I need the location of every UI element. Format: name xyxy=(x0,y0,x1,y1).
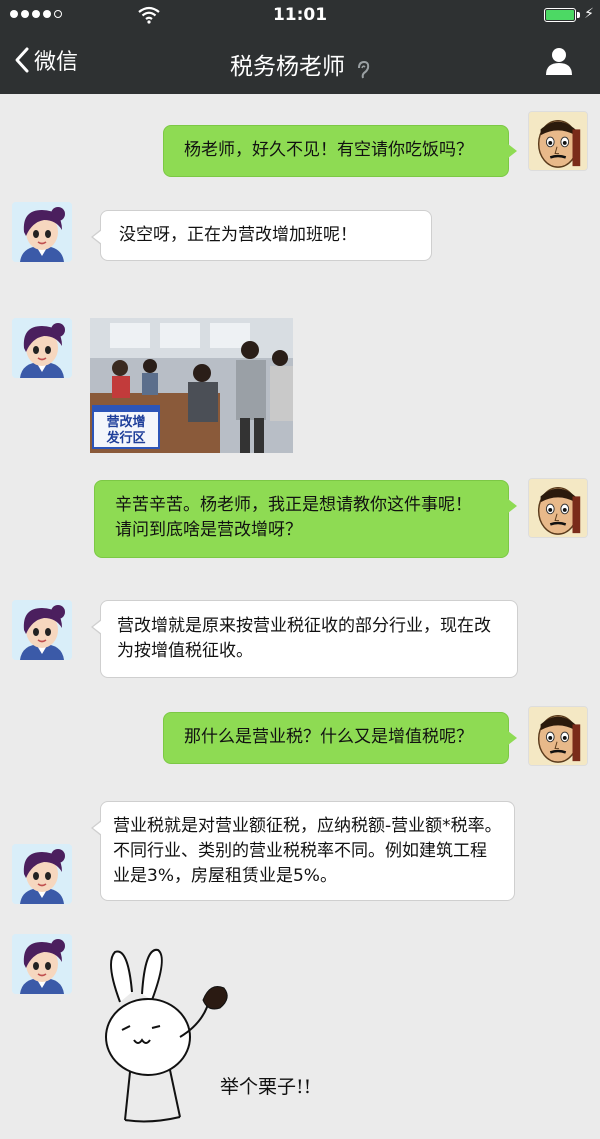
battery-icon xyxy=(544,8,576,22)
message-bubble-sent[interactable]: 杨老师，好久不见！有空请你吃饭吗？ xyxy=(163,125,517,177)
message-bubble-received[interactable]: 没空呀，正在为营改增加班呢！ xyxy=(91,210,432,261)
message-text: 那什么是营业税？什么又是增值税呢？ xyxy=(184,727,473,747)
rabbit-sticker-icon xyxy=(105,948,228,1123)
message-bubble-sent[interactable]: 辛苦辛苦。杨老师，我正是想请教你这件事呢！请问到底啥是营改增呀？ xyxy=(94,480,517,558)
image-message[interactable]: 营改增 发行区 xyxy=(90,318,293,453)
status-bar: 11:01 ⚡ xyxy=(0,0,600,30)
cartoon-woman-icon xyxy=(12,600,72,660)
sticker-caption: 举个栗子!! xyxy=(220,1076,312,1098)
cartoon-woman-icon xyxy=(12,934,72,994)
message-bubble-received[interactable]: 营业税就是对营业额征税，应纳税额-营业额*税率。不同行业、类别的营业税税率不同。… xyxy=(91,801,515,901)
sign-line-2: 发行区 xyxy=(106,431,146,446)
user-avatar[interactable] xyxy=(528,706,588,766)
message-text: 营业税就是对营业额征税，应纳税额-营业额*税率。不同行业、类别的营业税税率不同。… xyxy=(113,816,502,886)
status-time: 11:01 xyxy=(272,5,328,25)
chat-header: 微信 税务杨老师 xyxy=(0,30,600,94)
cartoon-woman-icon xyxy=(12,318,72,378)
chat-title: 税务杨老师 xyxy=(229,54,345,80)
teacher-avatar[interactable] xyxy=(12,934,72,994)
teacher-avatar[interactable] xyxy=(12,202,72,262)
sign-line-1: 营改增 xyxy=(106,415,146,430)
cartoon-woman-icon xyxy=(12,844,72,904)
message-bubble-received[interactable]: 营改增就是原来按营业税征收的部分行业，现在改为按增值税征收。 xyxy=(91,600,518,678)
message-text: 没空呀，正在为营改增加班呢！ xyxy=(119,225,357,245)
teacher-avatar[interactable] xyxy=(12,318,72,378)
cartoon-woman-icon xyxy=(12,202,72,262)
user-avatar[interactable] xyxy=(528,478,588,538)
cartoon-man-icon xyxy=(529,479,587,537)
cartoon-man-icon xyxy=(529,112,587,170)
message-text: 辛苦辛苦。杨老师，我正是想请教你这件事呢！请问到底啥是营改增呀？ xyxy=(115,495,472,540)
message-text: 营改增就是原来按营业税征收的部分行业，现在改为按增值税征收。 xyxy=(117,616,491,661)
charging-icon: ⚡ xyxy=(584,6,594,22)
profile-icon[interactable] xyxy=(544,46,574,76)
message-text: 杨老师，好久不见！有空请你吃饭吗？ xyxy=(184,140,473,160)
teacher-avatar[interactable] xyxy=(12,844,72,904)
sticker-message[interactable]: 举个栗子!! xyxy=(100,942,315,1127)
teacher-avatar[interactable] xyxy=(12,600,72,660)
user-avatar[interactable] xyxy=(528,111,588,171)
chat-area: 杨老师，好久不见！有空请你吃饭吗？ 没空呀，正在为营改增加班呢！ 营改增 发行区… xyxy=(0,94,600,1139)
message-bubble-sent[interactable]: 那什么是营业税？什么又是增值税呢？ xyxy=(163,712,517,764)
cartoon-man-icon xyxy=(529,707,587,765)
ear-icon xyxy=(358,60,370,78)
